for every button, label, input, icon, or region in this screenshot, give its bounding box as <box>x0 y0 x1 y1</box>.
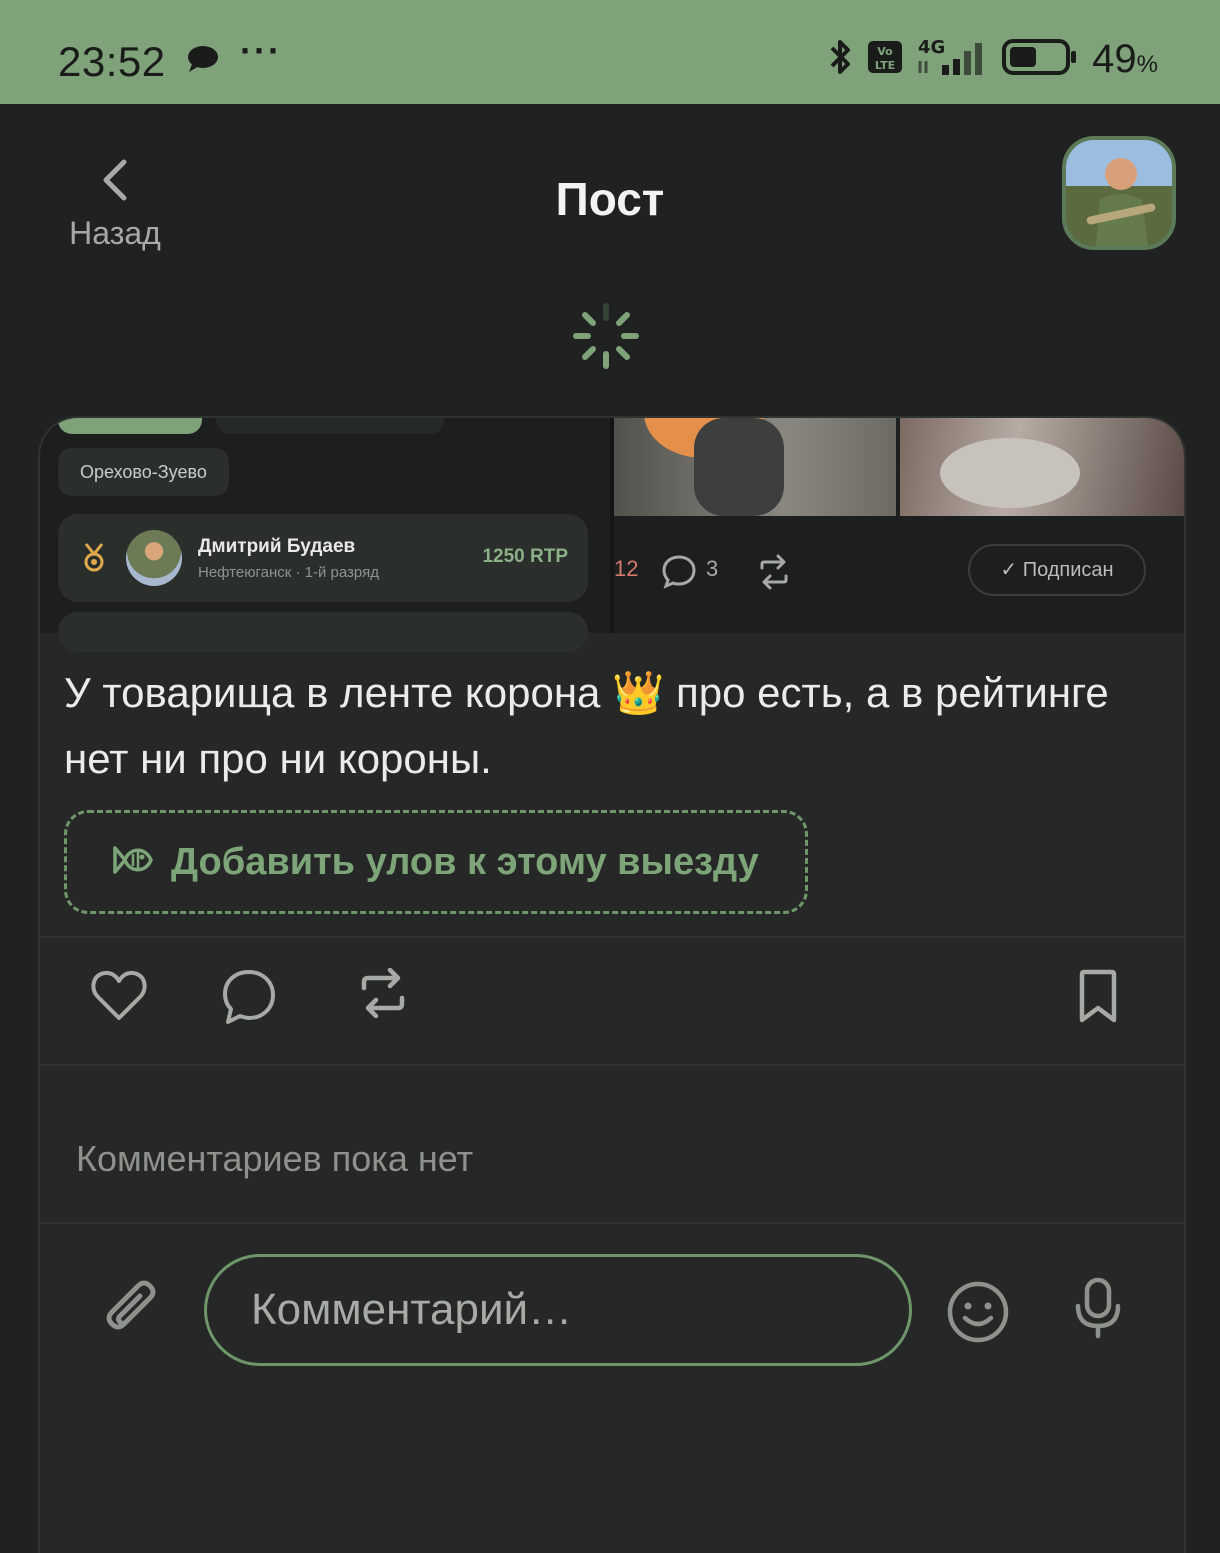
comment-composer <box>40 1226 1184 1386</box>
bluetooth-icon <box>828 36 854 83</box>
comment-icon[interactable] <box>220 968 278 1031</box>
rank-points: 1250 RTP <box>482 546 568 567</box>
battery-percent: 49% <box>1092 37 1158 81</box>
post-image[interactable]: Орехово-Зуево Дмитрий Будаев Нефтеюганск… <box>40 418 1184 652</box>
feed-post-stats: 12 3 ✓ Подписан <box>614 542 1184 602</box>
svg-text:LTE: LTE <box>875 59 895 72</box>
add-catch-label: Добавить улов к этому выезду <box>171 840 759 883</box>
divider <box>40 1064 1184 1066</box>
screenshot-rating-panel: Орехово-Зуево Дмитрий Будаев Нефтеюганск… <box>40 418 614 652</box>
status-bar: 23:52 ··· Vo LTE 4G 49% <box>0 0 1220 104</box>
battery-icon <box>1002 39 1078 80</box>
comment-icon <box>660 552 698 595</box>
no-comments-text: Комментариев пока нет <box>76 1138 474 1179</box>
city-chip: Орехово-Зуево <box>58 448 229 496</box>
post-text: У товарища в ленте корона 👑 про есть, а … <box>64 669 1109 782</box>
medal-icon <box>80 542 108 577</box>
profile-avatar[interactable] <box>1062 136 1176 250</box>
post-card: Орехово-Зуево Дмитрий Будаев Нефтеюганск… <box>38 416 1186 1553</box>
tab-pill <box>216 418 444 434</box>
post-actions <box>40 938 1184 1064</box>
rank-row: Дмитрий Будаев Нефтеюганск · 1-й разряд … <box>58 514 588 602</box>
add-catch-button[interactable]: Добавить улов к этому выезду <box>64 810 808 914</box>
bookmark-icon[interactable] <box>1074 968 1122 1031</box>
page-title: Пост <box>555 173 665 225</box>
chat-bubble-icon <box>186 44 220 79</box>
signal-4g-icon: 4G <box>916 37 988 82</box>
microphone-icon[interactable] <box>1070 1276 1126 1345</box>
svg-text:Vo: Vo <box>877 45 893 58</box>
paperclip-icon[interactable] <box>102 1280 162 1349</box>
repost-icon <box>754 554 794 595</box>
photo-thumbnail <box>900 418 1184 516</box>
loading-spinner-icon <box>572 302 640 375</box>
screenshot-feed-panel: 12 3 ✓ Подписан <box>614 418 1184 633</box>
status-icons: Vo LTE 4G 49% <box>828 36 1158 83</box>
fish-icon <box>111 840 153 885</box>
subscribed-button: ✓ Подписан <box>968 544 1146 596</box>
svg-text:4G: 4G <box>918 37 945 58</box>
repost-icon[interactable] <box>354 967 412 1023</box>
comments-count: 3 <box>706 556 719 581</box>
tab-pill-active <box>58 418 202 434</box>
rank-user-name: Дмитрий Будаев <box>198 536 356 557</box>
like-heart-icon[interactable] <box>90 968 148 1027</box>
more-notifications-icon: ··· <box>240 30 282 71</box>
volte-icon: Vo LTE <box>868 41 903 78</box>
rank-row <box>58 612 588 652</box>
rank-user-subtitle: Нефтеюганск · 1-й разряд <box>198 564 379 581</box>
status-time: 23:52 <box>58 38 166 85</box>
divider <box>40 1222 1184 1224</box>
emoji-icon[interactable] <box>946 1280 1010 1349</box>
likes-count: 12 <box>614 556 639 581</box>
comment-input[interactable] <box>204 1254 912 1366</box>
photo-thumbnail <box>614 418 896 516</box>
avatar <box>126 530 182 586</box>
